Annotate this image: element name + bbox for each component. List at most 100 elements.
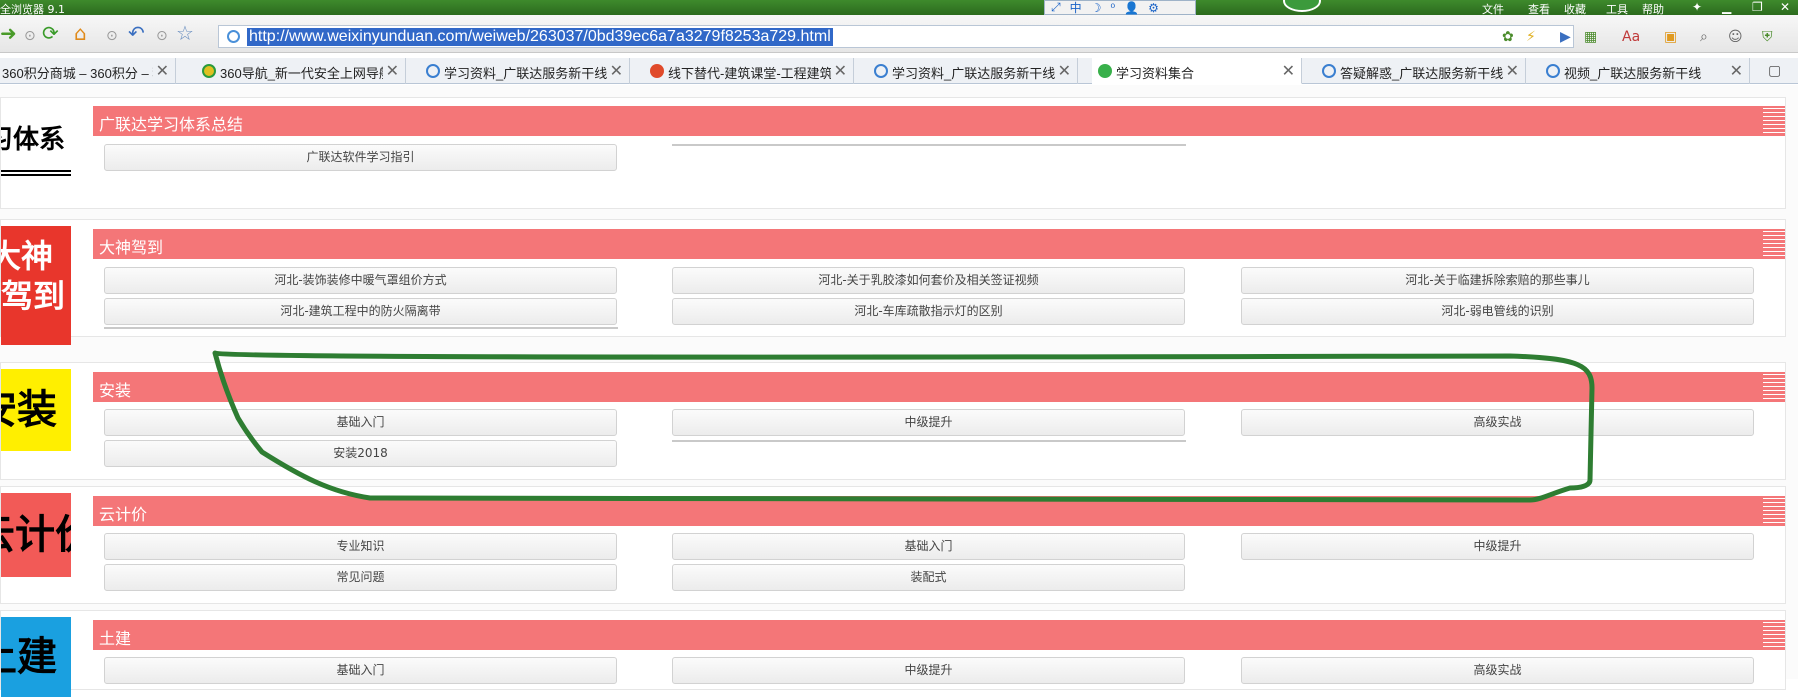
translate-icon[interactable]: Aa — [1622, 29, 1640, 45]
home-icon[interactable]: ⌂ — [74, 23, 87, 43]
dots-icon[interactable]: ⁰ — [1110, 1, 1115, 15]
link-button[interactable]: 河北-弱电管线的识别 — [1241, 298, 1754, 325]
maximize-button[interactable]: ❐ — [1752, 0, 1763, 14]
section-image: 习体系 — [1, 120, 71, 160]
section-image-text: 安装 — [1, 387, 57, 433]
user-icon[interactable]: 👤 — [1124, 1, 1139, 15]
link-button[interactable]: 装配式 — [672, 564, 1185, 591]
minimize-button[interactable]: ▁ — [1722, 0, 1731, 14]
go-icon[interactable]: ▶ — [1560, 29, 1571, 45]
tab-study-material-1[interactable]: 学习资料_广联达服务新干线 ✕ — [420, 58, 630, 84]
link-button[interactable]: 常见问题 — [104, 564, 617, 591]
tab-favicon-icon — [1546, 64, 1560, 78]
link-button[interactable]: 广联达软件学习指引 — [104, 144, 617, 171]
header-stripes — [1763, 622, 1785, 648]
link-button[interactable]: 中级提升 — [672, 409, 1185, 436]
undo-icon[interactable]: ↶ — [128, 23, 145, 43]
tab-favicon-icon — [1322, 64, 1336, 78]
undo-dropdown-icon[interactable]: ⊙ — [156, 26, 168, 46]
section-title: 土建 — [99, 629, 132, 648]
apps-icon[interactable]: ▦ — [1584, 29, 1597, 45]
header-stripes — [1763, 498, 1785, 524]
security-badge-icon[interactable] — [1283, 0, 1321, 12]
link-button[interactable]: 中级提升 — [1241, 533, 1754, 560]
section-header: 广联达学习体系总结 — [93, 106, 1785, 136]
lightning-icon[interactable]: ⚡ — [1526, 29, 1536, 45]
divider — [672, 440, 1186, 442]
gear-icon[interactable]: ⚙ — [1148, 1, 1159, 15]
tab-label: 学习资料_广联达服务新干线 — [892, 66, 1055, 81]
close-icon[interactable]: ✕ — [834, 61, 847, 81]
tab-360-nav[interactable]: 360导航_新一代安全上网导航 ✕ — [196, 58, 406, 84]
tab-qa[interactable]: 答疑解惑_广联达服务新干线 ✕ — [1316, 58, 1526, 84]
link-button[interactable]: 河北-关于乳胶漆如何套价及相关签证视频 — [672, 267, 1185, 294]
close-icon[interactable]: ✕ — [1282, 61, 1295, 81]
section-image-text: 大神驾到 — [1, 237, 66, 315]
section-image: 大神驾到 — [1, 226, 71, 345]
tab-video[interactable]: 视频_广联达服务新干线 ✕ — [1540, 58, 1750, 84]
titlebar-tools: ⤢ 中 ☽ ⁰ 👤 ⚙ — [1044, 0, 1196, 15]
section-title: 云计价 — [99, 505, 148, 524]
dropdown-icon[interactable]: ⊙ — [106, 26, 118, 46]
address-bar[interactable]: http://www.weixinyunduan.com/weiweb/2630… — [218, 25, 1574, 48]
tab-study-material-2[interactable]: 学习资料_广联达服务新干线 ✕ — [868, 58, 1078, 84]
screenshot-icon[interactable]: ▣ — [1664, 29, 1677, 45]
close-icon[interactable]: ✕ — [1058, 61, 1071, 81]
tab-label: 360导航_新一代安全上网导航 — [220, 66, 383, 81]
tab-favicon-icon — [1098, 64, 1112, 78]
link-button[interactable]: 安装2018 — [104, 440, 617, 467]
moon-icon[interactable]: ☽ — [1091, 1, 1102, 15]
header-stripes — [1763, 374, 1785, 400]
section-image-lines — [1, 170, 71, 178]
tab-study-collection[interactable]: 学习资料集合 ✕ — [1092, 58, 1302, 84]
section-image: 云计价 — [1, 493, 71, 577]
header-stripes — [1763, 108, 1785, 134]
section-image-text: 土建 — [1, 634, 57, 680]
tab-favicon-icon — [874, 64, 888, 78]
link-button[interactable]: 高级实战 — [1241, 657, 1754, 684]
new-page-icon[interactable]: ▢ — [1768, 63, 1781, 79]
zoom-icon[interactable]: ⌕ — [1700, 29, 1708, 45]
emoji-icon[interactable]: ☺ — [1728, 29, 1743, 45]
refresh-icon[interactable]: ⟳ — [42, 23, 59, 43]
section-image-text: 云计价 — [1, 512, 71, 558]
link-button[interactable]: 河北-建筑工程中的防火隔离带 — [104, 298, 617, 325]
skin-icon[interactable]: ✦ — [1692, 0, 1702, 14]
link-button[interactable]: 河北-装饰装修中暖气罩组价方式 — [104, 267, 617, 294]
link-button[interactable]: 基础入门 — [104, 409, 617, 436]
tab-label: 360积分商城 – 360积分 – 积 — [2, 66, 153, 81]
link-button[interactable]: 高级实战 — [1241, 409, 1754, 436]
navigation-toolbar: ➜ ⊙ ⟳ ⌂ ⊙ ↶ ⊙ ☆ http://www.weixinyunduan… — [0, 15, 1798, 53]
resize-icon[interactable]: ⤢ — [1051, 0, 1061, 15]
link-button[interactable]: 中级提升 — [672, 657, 1185, 684]
tab-favicon-icon — [650, 64, 664, 78]
link-button[interactable]: 基础入门 — [104, 657, 617, 684]
stop-icon[interactable]: ⊙ — [24, 26, 36, 46]
forward-icon[interactable]: ➜ — [0, 23, 17, 43]
link-button[interactable]: 专业知识 — [104, 533, 617, 560]
section-title: 大神驾到 — [99, 238, 164, 257]
speed-icon[interactable]: ✿ — [1502, 29, 1514, 45]
link-button[interactable]: 基础入门 — [672, 533, 1185, 560]
link-button[interactable]: 河北-车库疏散指示灯的区别 — [672, 298, 1185, 325]
close-button[interactable]: ✕ — [1780, 0, 1790, 14]
input-method-icon[interactable]: 中 — [1070, 0, 1082, 16]
link-button[interactable]: 河北-关于临建拆除索赔的那些事儿 — [1241, 267, 1754, 294]
header-stripes — [1763, 231, 1785, 257]
close-icon[interactable]: ✕ — [1730, 61, 1743, 81]
shield-icon[interactable]: ⛨ — [1762, 29, 1773, 45]
address-url[interactable]: http://www.weixinyunduan.com/weiweb/2630… — [247, 28, 833, 46]
section-master-arrival: 大神驾到 大神驾到 河北-装饰装修中暖气罩组价方式 河北-关于乳胶漆如何套价及相… — [0, 219, 1786, 345]
section-header: 安装 — [93, 372, 1785, 402]
tab-360-mall[interactable]: 360积分商城 – 360积分 – 积 ✕ — [0, 58, 176, 84]
close-icon[interactable]: ✕ — [610, 61, 623, 81]
close-icon[interactable]: ✕ — [386, 61, 399, 81]
close-icon[interactable]: ✕ — [156, 61, 169, 81]
section-image: 土建 — [1, 617, 71, 697]
tab-offline-class[interactable]: 线下替代-建筑课堂-工程建筑 ✕ — [644, 58, 854, 84]
section-title: 广联达学习体系总结 — [99, 115, 244, 134]
favorite-star-icon[interactable]: ☆ — [176, 23, 194, 43]
close-icon[interactable]: ✕ — [1506, 61, 1519, 81]
tab-label: 线下替代-建筑课堂-工程建筑 — [668, 66, 831, 81]
tab-strip: 360积分商城 – 360积分 – 积 ✕ 360导航_新一代安全上网导航 ✕ … — [0, 58, 1798, 84]
